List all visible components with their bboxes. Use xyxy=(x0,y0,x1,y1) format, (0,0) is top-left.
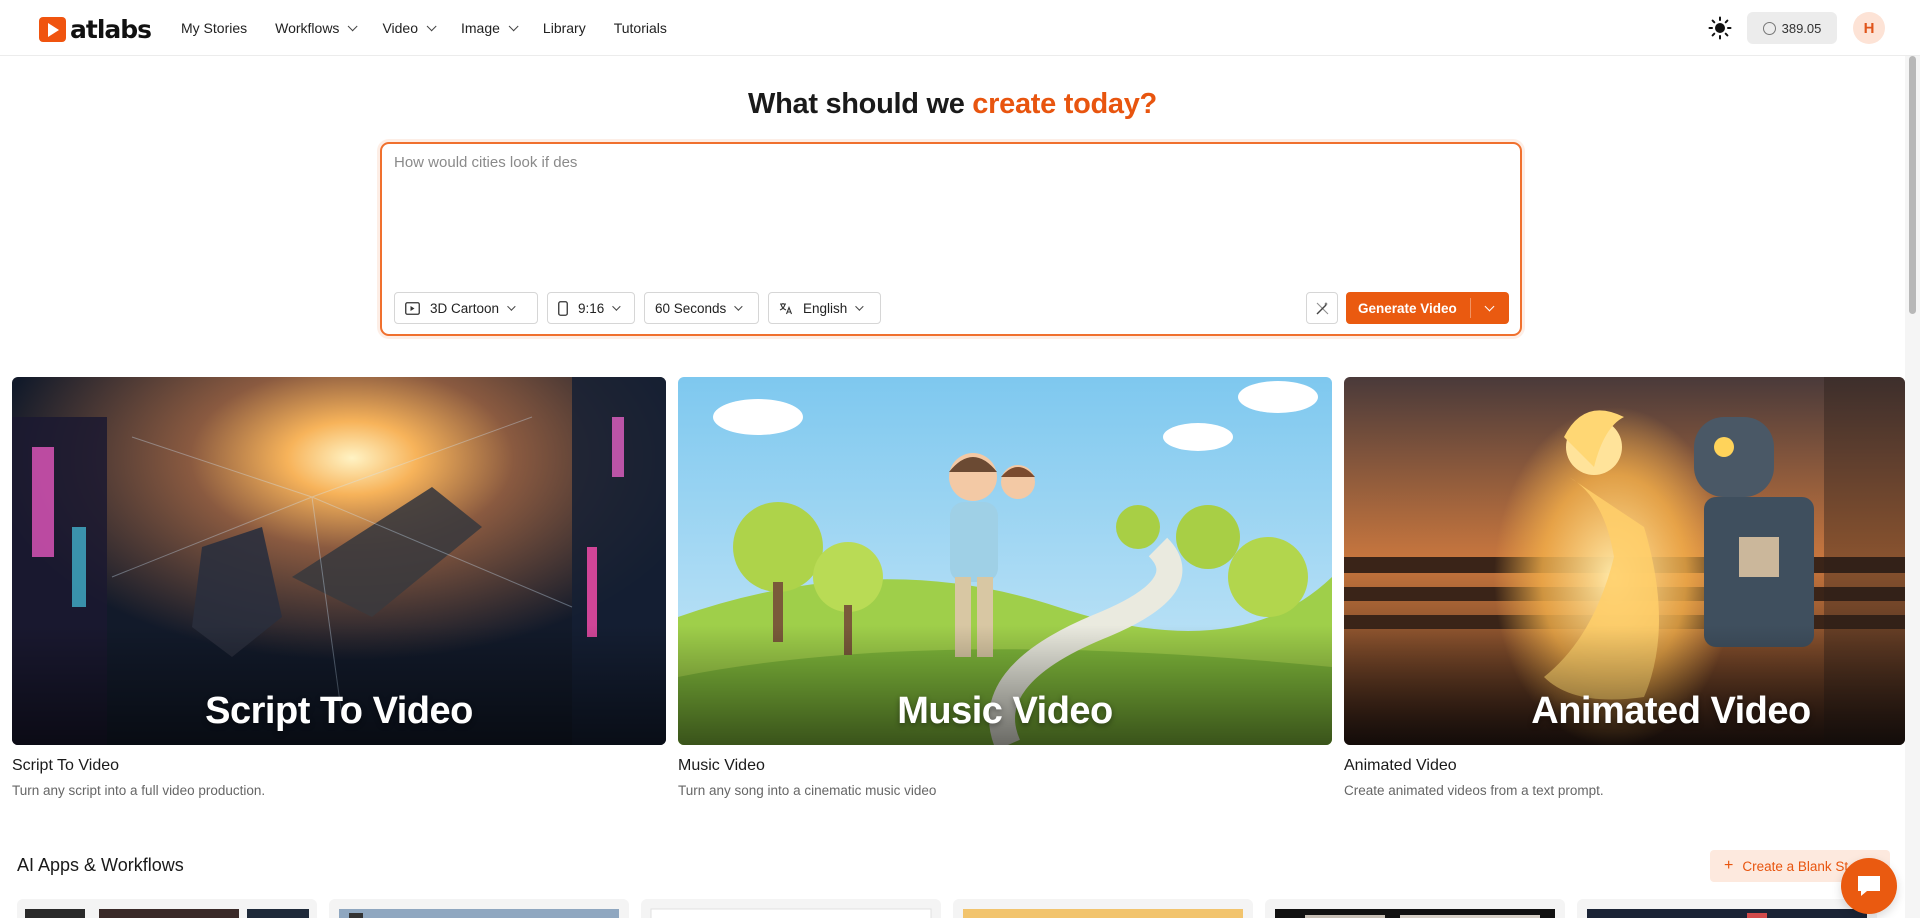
logo[interactable]: atlabs xyxy=(39,15,152,44)
chevron-down-icon xyxy=(507,302,516,311)
card-title[interactable]: Animated Video xyxy=(1344,757,1905,775)
magic-wand-icon xyxy=(1316,301,1328,314)
page-scrollbar[interactable] xyxy=(1905,56,1920,918)
nav-label: Video xyxy=(382,20,418,36)
credits-balance[interactable]: 389.05 xyxy=(1747,12,1837,44)
card-thumbnail[interactable]: Music Video xyxy=(678,377,1332,745)
workflow-card[interactable] xyxy=(641,899,941,918)
create-blank-label: Create a Blank St xyxy=(1742,858,1849,874)
workflow-card[interactable] xyxy=(1265,899,1565,918)
title-accent: create today? xyxy=(972,88,1157,120)
card-description: Turn any song into a cinematic music vid… xyxy=(678,783,937,798)
chevron-down-icon xyxy=(348,20,359,31)
video-style-icon xyxy=(405,301,420,315)
page-title: What should we create today? xyxy=(0,88,1905,121)
nav-workflows[interactable]: Workflows xyxy=(275,20,359,36)
language-select[interactable]: English xyxy=(768,292,881,324)
card-title[interactable]: Music Video xyxy=(678,757,1332,775)
chevron-down-icon xyxy=(734,302,743,311)
translate-icon xyxy=(779,302,793,315)
chevron-down-icon xyxy=(612,302,621,311)
prompt-box: 3D Cartoon 9:16 60 Seconds English Gener xyxy=(380,142,1522,336)
chevron-down-icon xyxy=(855,302,864,311)
nav-my-stories[interactable]: My Stories xyxy=(181,20,247,36)
nav-label: Image xyxy=(461,20,500,36)
workflow-thumbnail xyxy=(339,909,619,918)
workflow-card[interactable] xyxy=(17,899,317,918)
credits-value: 389.05 xyxy=(1781,20,1822,36)
card-description: Create animated videos from a text promp… xyxy=(1344,783,1604,798)
nav-video[interactable]: Video xyxy=(382,20,437,36)
card-image-title: Music Video xyxy=(897,690,1113,732)
card-thumbnail[interactable]: Script To Video xyxy=(12,377,666,745)
workflow-thumbnail xyxy=(650,908,932,918)
card-music-video[interactable]: Music Video Music Video Turn any song in… xyxy=(678,377,1332,798)
card-image-title: Animated Video xyxy=(1531,690,1811,732)
workflow-thumbnail xyxy=(963,909,1243,918)
chat-icon xyxy=(1858,876,1880,896)
duration-select[interactable]: 60 Seconds xyxy=(644,292,759,324)
ratio-label: 9:16 xyxy=(578,300,605,316)
magic-wand-button[interactable] xyxy=(1306,292,1338,324)
top-header: atlabs My Stories Workflows Video Image … xyxy=(0,0,1920,56)
chevron-down-icon[interactable] xyxy=(1484,301,1495,312)
workflow-card[interactable] xyxy=(953,899,1253,918)
style-label: 3D Cartoon xyxy=(430,300,500,316)
card-description: Turn any script into a full video produc… xyxy=(12,783,266,798)
scrollbar-thumb[interactable] xyxy=(1909,56,1916,314)
nav-label: Workflows xyxy=(275,20,340,36)
nav-library[interactable]: Library xyxy=(543,20,586,36)
workflow-card[interactable] xyxy=(329,899,629,918)
nav-image[interactable]: Image xyxy=(461,20,519,36)
phone-icon xyxy=(558,300,568,316)
nav-tutorials[interactable]: Tutorials xyxy=(614,20,667,36)
style-select[interactable]: 3D Cartoon xyxy=(394,292,538,324)
page: atlabs My Stories Workflows Video Image … xyxy=(0,0,1920,918)
logo-play-icon xyxy=(39,17,66,42)
generate-label: Generate Video xyxy=(1358,300,1457,316)
card-animated-video[interactable]: Animated Video Animated Video Create ani… xyxy=(1344,377,1905,798)
card-image-title: Script To Video xyxy=(205,690,473,732)
workflow-card[interactable] xyxy=(1577,899,1877,918)
card-thumbnail[interactable]: Animated Video xyxy=(1344,377,1905,745)
workflow-thumbnail xyxy=(1587,909,1867,918)
button-divider xyxy=(1470,298,1471,318)
card-title[interactable]: Script To Video xyxy=(12,757,666,775)
duration-label: 60 Seconds xyxy=(655,300,727,316)
chevron-down-icon xyxy=(508,20,519,31)
avatar[interactable]: H xyxy=(1853,12,1885,44)
nav-label: My Stories xyxy=(181,20,248,36)
workflow-thumbnail xyxy=(1275,909,1555,918)
logo-text: atlabs xyxy=(70,15,152,44)
coins-icon xyxy=(1762,21,1776,35)
chevron-down-icon xyxy=(426,20,437,31)
nav-label: Library xyxy=(542,20,586,36)
generate-video-button[interactable]: Generate Video xyxy=(1346,292,1509,324)
chat-support-button[interactable] xyxy=(1841,858,1897,914)
card-script-to-video[interactable]: Script To Video Script To Video Turn any… xyxy=(12,377,666,798)
prompt-input[interactable] xyxy=(394,154,1504,254)
nav-label: Tutorials xyxy=(613,20,667,36)
plus-icon: + xyxy=(1724,857,1734,874)
aspect-ratio-select[interactable]: 9:16 xyxy=(547,292,635,324)
sun-icon[interactable] xyxy=(1708,16,1732,40)
title-plain: What should we xyxy=(748,88,973,120)
workflow-thumbnail xyxy=(25,909,309,918)
main-nav: My Stories Workflows Video Image Library… xyxy=(181,0,695,56)
section-title: AI Apps & Workflows xyxy=(17,855,184,875)
language-label: English xyxy=(803,300,848,316)
